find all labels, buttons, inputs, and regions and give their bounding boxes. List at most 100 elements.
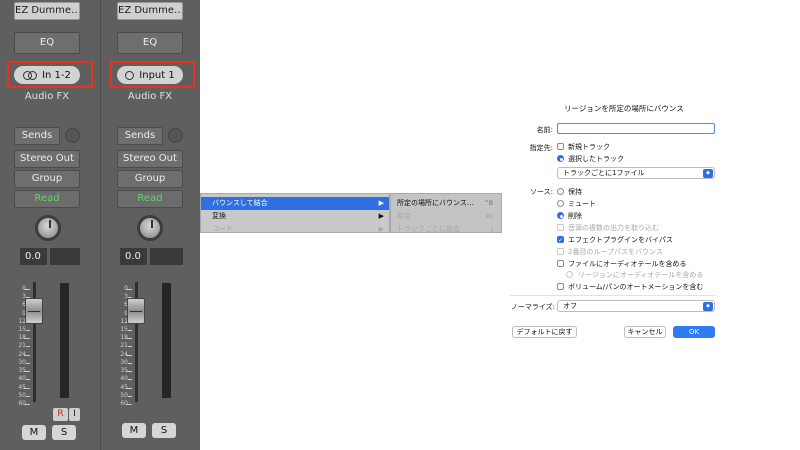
chevron-right-icon: ▶	[378, 225, 384, 233]
shortcut-label: ^B	[483, 200, 493, 207]
scale-tick-label: 24	[18, 351, 26, 358]
menu-item-label: 変換	[212, 212, 226, 220]
instrument-plugin-slot[interactable]: EZ Dumme…	[117, 2, 183, 20]
source-label: ソース:	[529, 188, 553, 196]
new-track-checkbox[interactable]	[557, 143, 564, 150]
scale-tick-label: 45	[18, 384, 26, 391]
scale-tick-label: 35	[18, 367, 26, 374]
leave-radio[interactable]	[557, 188, 564, 195]
menu-item-label: コード	[212, 225, 233, 233]
submenu: 所定の場所にバウンス… ^B 結合 ⌘J トラックごとに結合 J	[390, 193, 502, 233]
bypass-effects-label: エフェクトプラグインをバイパス	[568, 236, 673, 244]
volume-fader[interactable]	[25, 298, 43, 324]
bypass-effects-checkbox[interactable]: ✓	[557, 236, 564, 244]
scale-tick-label: 60	[120, 400, 128, 407]
pan-knob[interactable]	[35, 215, 61, 241]
scale-tick-label: 45	[120, 384, 128, 391]
scale-tick-label: 60	[18, 400, 26, 407]
sends-slot[interactable]: Sends	[117, 127, 163, 145]
restore-defaults-button[interactable]: デフォルトに戻す	[512, 326, 577, 338]
instrument-plugin-slot[interactable]: EZ Dumme…	[14, 2, 80, 20]
solo-button[interactable]: S	[152, 423, 176, 438]
scale-tick-label: 18	[18, 334, 26, 341]
scale-tick	[26, 346, 30, 347]
include-tail-region-radio	[566, 271, 573, 278]
input-monitor-button[interactable]: I	[69, 408, 80, 421]
normalize-popup[interactable]: オフ ◆	[557, 300, 715, 312]
name-label: 名前:	[536, 126, 553, 134]
delete-label: 削除	[568, 212, 582, 220]
mute-label: ミュート	[568, 200, 596, 208]
name-field[interactable]	[557, 123, 715, 134]
channel-strip-1: EZ Dumme… EQ In 1-2 Audio FX Sends Stere…	[0, 0, 100, 450]
volume-fader[interactable]	[127, 298, 145, 324]
submenu-item-label: 結合	[397, 212, 411, 220]
file-per-track-popup[interactable]: トラックごとに1ファイル ◆	[557, 167, 715, 179]
ok-button[interactable]: OK	[673, 326, 715, 338]
scale-tick-label: 18	[120, 334, 128, 341]
volume-readout: 0.0	[120, 248, 147, 265]
second-cycle-label: 2番目のループパスをバウンス	[568, 248, 663, 256]
automation-mode-slot[interactable]: Read	[117, 190, 183, 208]
context-menu: バウンスして結合 ▶ 変換 ▶ コード ▶	[200, 193, 390, 233]
scale-tick	[128, 363, 132, 364]
scale-tick-label: 40	[120, 375, 128, 382]
multi-output-label: 音源の複数の出力を取り込む	[568, 224, 659, 232]
chevron-right-icon: ▶	[378, 199, 384, 207]
eq-slot[interactable]: EQ	[117, 32, 183, 54]
scale-tick-label: 50	[18, 392, 26, 399]
automation-mode-slot[interactable]: Read	[14, 190, 80, 208]
normalize-label: ノーマライズ:	[510, 303, 555, 311]
scale-tick	[26, 330, 30, 331]
output-slot[interactable]: Stereo Out	[14, 150, 80, 168]
send-knob[interactable]	[168, 128, 183, 143]
input-slot[interactable]: Input 1	[117, 66, 183, 84]
mono-ring-icon	[125, 70, 135, 80]
mute-button[interactable]: M	[122, 423, 146, 438]
scale-tick-label: 15	[18, 326, 26, 333]
submenu-item-bounce-in-place[interactable]: 所定の場所にバウンス… ^B	[391, 197, 501, 210]
sends-slot[interactable]: Sends	[14, 127, 60, 145]
menu-item-bounce-and-join[interactable]: バウンスして結合 ▶	[201, 197, 389, 210]
menu-item-convert[interactable]: 変換 ▶	[201, 210, 389, 223]
scale-tick	[26, 363, 30, 364]
input-slot[interactable]: In 1-2	[14, 66, 80, 84]
volume-pan-automation-checkbox[interactable]	[557, 283, 564, 290]
submenu-item-label: トラックごとに結合	[397, 225, 460, 233]
scale-tick	[26, 379, 30, 380]
group-slot[interactable]: Group	[117, 170, 183, 188]
delete-radio[interactable]	[557, 212, 564, 219]
include-tail-file-checkbox[interactable]	[557, 260, 564, 267]
scale-tick-label: 0	[22, 285, 26, 292]
record-enable-button[interactable]: R	[53, 408, 68, 421]
scale-tick-label: 0	[124, 285, 128, 292]
input-label: Input 1	[139, 69, 175, 81]
new-track-label: 新規トラック	[568, 143, 610, 151]
scale-tick	[26, 396, 30, 397]
group-slot[interactable]: Group	[14, 170, 80, 188]
shortcut-label: ⌘J	[485, 213, 493, 220]
submenu-item-join: 結合 ⌘J	[391, 210, 501, 223]
scale-tick-label: 50	[120, 392, 128, 399]
mute-button[interactable]: M	[22, 425, 46, 440]
audio-fx-label[interactable]: Audio FX	[14, 91, 80, 102]
scale-tick	[128, 396, 132, 397]
shortcut-label: J	[491, 226, 493, 233]
volume-pan-automation-label: ボリューム/パンのオートメーションを含む	[568, 283, 704, 291]
input-label: In 1-2	[42, 69, 71, 81]
stereo-rings-icon	[23, 70, 38, 80]
output-slot[interactable]: Stereo Out	[117, 150, 183, 168]
bounce-in-place-dialog: リージョンを所定の場所にバウンス 名前: 指定先: 新規トラック 選択したトラッ…	[500, 95, 740, 345]
menu-item-label: バウンスして結合	[212, 199, 268, 207]
selected-track-radio[interactable]	[557, 155, 564, 162]
level-meter	[162, 283, 171, 398]
send-knob[interactable]	[65, 128, 80, 143]
scale-tick-label: 15	[120, 326, 128, 333]
cancel-button[interactable]: キャンセル	[624, 326, 666, 338]
solo-button[interactable]: S	[52, 425, 76, 440]
pan-knob[interactable]	[137, 215, 163, 241]
eq-slot[interactable]: EQ	[14, 32, 80, 54]
mute-radio[interactable]	[557, 200, 564, 207]
audio-fx-label[interactable]: Audio FX	[117, 91, 183, 102]
include-tail-file-label: ファイルにオーディオテールを含める	[568, 260, 687, 268]
